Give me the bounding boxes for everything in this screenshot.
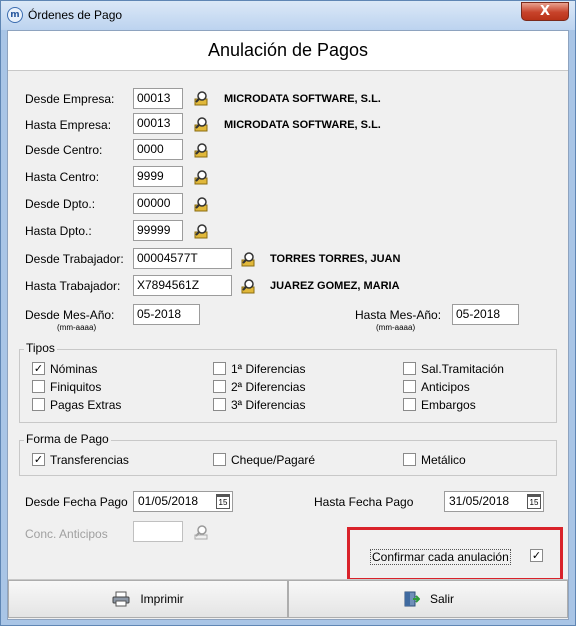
metalico-checkbox[interactable] [403, 453, 416, 466]
transferencias-checkbox[interactable]: ✓ [32, 453, 45, 466]
hasta-centro-label: Hasta Centro: [25, 170, 100, 184]
desde-dpto-input[interactable]: 00000 [133, 193, 183, 214]
search-icon[interactable] [193, 169, 209, 185]
hasta-trabajador-input[interactable]: X7894561Z [133, 275, 232, 296]
search-icon[interactable] [193, 196, 209, 212]
window: m Órdenes de Pago X Anulación de Pagos D… [0, 0, 576, 626]
desde-empresa-input[interactable]: 00013 [133, 88, 183, 109]
conc-anticipos-label: Conc. Anticipos [25, 527, 108, 541]
diferencias-3-label: 3ª Diferencias [231, 398, 306, 412]
diferencias-1-label: 1ª Diferencias [231, 362, 306, 376]
hasta-trabajador-label: Hasta Trabajador: [25, 279, 121, 293]
imprimir-label: Imprimir [140, 592, 184, 606]
hasta-dpto-input[interactable]: 99999 [133, 220, 183, 241]
anticipos-label: Anticipos [421, 380, 470, 394]
desde-trabajador-input[interactable]: 00004577T [133, 248, 232, 269]
pagas-extras-label: Pagas Extras [50, 398, 122, 412]
imprimir-button[interactable]: Imprimir [8, 580, 288, 618]
hasta-centro-input[interactable]: 9999 [133, 166, 183, 187]
desde-trabajador-label: Desde Trabajador: [25, 252, 124, 266]
search-icon[interactable] [193, 116, 209, 132]
app-icon: m [7, 7, 23, 23]
salir-label: Salir [429, 592, 454, 606]
hasta-trabajador-name: JUAREZ GOMEZ, MARIA [270, 280, 400, 292]
search-icon[interactable] [240, 251, 256, 267]
finiquitos-checkbox[interactable] [32, 380, 45, 393]
nominas-checkbox[interactable]: ✓ [32, 362, 45, 375]
nominas-label: Nóminas [50, 362, 98, 376]
anticipos-checkbox[interactable] [403, 380, 416, 393]
desde-fecha-input[interactable]: 01/05/2018 15 [133, 491, 233, 512]
hasta-empresa-label: Hasta Empresa: [25, 118, 112, 132]
hasta-mes-hint: (mm-aaaa) [376, 323, 416, 332]
sal-tramitacion-label: Sal.Tramitación [421, 362, 504, 376]
hasta-empresa-name: MICRODATA SOFTWARE, S.L. [224, 119, 381, 131]
hasta-empresa-input[interactable]: 00013 [133, 113, 183, 134]
hasta-fecha-input[interactable]: 31/05/2018 15 [444, 491, 544, 512]
search-icon[interactable] [240, 278, 256, 294]
forma-pago-legend: Forma de Pago [24, 432, 111, 446]
hasta-dpto-label: Hasta Dpto.: [25, 224, 92, 238]
finiquitos-label: Finiquitos [50, 380, 102, 394]
search-icon[interactable] [193, 90, 209, 106]
desde-mes-hint: (mm-aaaa) [57, 323, 97, 332]
conc-anticipos-input[interactable] [133, 521, 183, 542]
confirmar-label: Confirmar cada anulación [370, 549, 511, 565]
embargos-checkbox[interactable] [403, 398, 416, 411]
desde-empresa-name: MICRODATA SOFTWARE, S.L. [224, 93, 381, 105]
desde-trabajador-name: TORRES TORRES, JUAN [270, 253, 401, 265]
window-title: Órdenes de Pago [28, 8, 123, 22]
embargos-label: Embargos [421, 398, 476, 412]
calendar-icon[interactable]: 15 [527, 494, 541, 509]
transferencias-label: Transferencias [50, 453, 129, 467]
diferencias-3-checkbox[interactable] [213, 398, 226, 411]
diferencias-2-label: 2ª Diferencias [231, 380, 306, 394]
hasta-fecha-value: 31/05/2018 [449, 494, 510, 508]
title-bar[interactable]: m Órdenes de Pago X [1, 1, 575, 30]
dialog-body: Anulación de Pagos Desde Empresa: 00013 … [7, 30, 569, 620]
cheque-checkbox[interactable] [213, 453, 226, 466]
diferencias-1-checkbox[interactable] [213, 362, 226, 375]
desde-empresa-label: Desde Empresa: [25, 92, 115, 106]
desde-mes-label: Desde Mes-Año: [25, 308, 115, 322]
desde-dpto-label: Desde Dpto.: [25, 197, 96, 211]
desde-fecha-label: Desde Fecha Pago [25, 495, 128, 509]
hasta-mes-label: Hasta Mes-Año: [355, 308, 442, 322]
desde-fecha-value: 01/05/2018 [138, 494, 199, 508]
exit-door-icon [404, 591, 420, 607]
page-title: Anulación de Pagos [207, 40, 369, 60]
tipos-legend: Tipos [24, 341, 57, 355]
sal-tramitacion-checkbox[interactable] [403, 362, 416, 375]
cheque-label: Cheque/Pagaré [231, 453, 316, 467]
desde-centro-label: Desde Centro: [25, 143, 103, 157]
header: Anulación de Pagos [8, 31, 568, 71]
hasta-fecha-label: Hasta Fecha Pago [314, 495, 414, 509]
printer-icon [112, 591, 130, 607]
hasta-mes-input[interactable]: 05-2018 [452, 304, 519, 325]
diferencias-2-checkbox[interactable] [213, 380, 226, 393]
search-icon[interactable] [193, 524, 209, 540]
pagas-extras-checkbox[interactable] [32, 398, 45, 411]
desde-centro-input[interactable]: 0000 [133, 139, 183, 160]
search-icon[interactable] [193, 142, 209, 158]
confirmar-checkbox[interactable]: ✓ [530, 549, 543, 562]
search-icon[interactable] [193, 223, 209, 239]
desde-mes-input[interactable]: 05-2018 [133, 304, 200, 325]
salir-button[interactable]: Salir [288, 580, 568, 618]
close-button[interactable]: X [521, 2, 569, 21]
metalico-label: Metálico [421, 453, 466, 467]
calendar-icon[interactable]: 15 [216, 494, 230, 509]
